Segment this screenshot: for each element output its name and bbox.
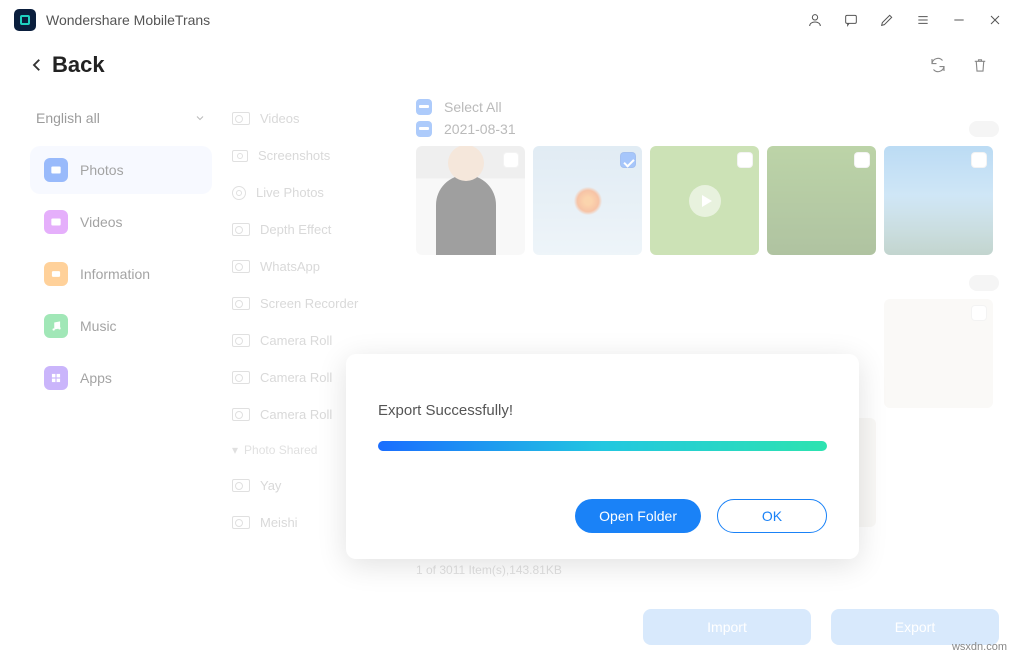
delete-icon[interactable]: [971, 56, 989, 74]
progress-bar: [378, 441, 827, 451]
back-label: Back: [52, 52, 105, 78]
feedback-icon[interactable]: [843, 12, 859, 28]
export-success-modal: Export Successfully! Open Folder OK: [346, 354, 859, 559]
titlebar-actions: [807, 12, 1003, 28]
account-icon[interactable]: [807, 12, 823, 28]
titlebar: Wondershare MobileTrans: [0, 0, 1017, 40]
modal-title: Export Successfully!: [378, 402, 827, 419]
edit-icon[interactable]: [879, 12, 895, 28]
refresh-icon[interactable]: [929, 56, 947, 74]
app-logo: [14, 9, 36, 31]
main: English all Photos Videos Information Mu…: [0, 90, 1017, 659]
app-title: Wondershare MobileTrans: [46, 12, 807, 28]
back-row: Back: [0, 40, 1017, 90]
open-folder-button[interactable]: Open Folder: [575, 499, 701, 533]
ok-button[interactable]: OK: [717, 499, 827, 533]
minimize-icon[interactable]: [951, 12, 967, 28]
watermark: wsxdn.com: [952, 641, 1007, 653]
close-icon[interactable]: [987, 12, 1003, 28]
menu-icon[interactable]: [915, 12, 931, 28]
back-button[interactable]: Back: [28, 52, 105, 78]
chevron-left-icon: [28, 56, 46, 74]
